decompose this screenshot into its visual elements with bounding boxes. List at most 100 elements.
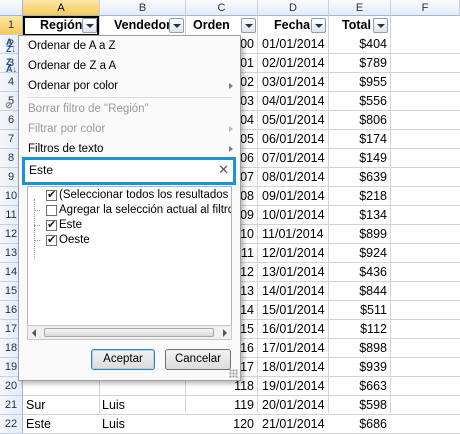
cell-total[interactable]: $639 [330, 168, 387, 187]
cell-total[interactable]: $924 [330, 244, 387, 263]
column-header-e[interactable]: E [329, 0, 391, 16]
filter-dropdown-button-order[interactable] [241, 18, 256, 33]
list-item-add-to-filter[interactable]: Agregar la selección actual al filtro [46, 203, 231, 218]
tree-line [34, 240, 40, 241]
cell-total[interactable]: $898 [330, 339, 387, 358]
gridline [257, 16, 258, 413]
cell-total[interactable]: $511 [330, 301, 387, 320]
column-header-a[interactable]: A [23, 0, 100, 16]
filter-dropdown-button-total[interactable] [373, 18, 388, 33]
row-header[interactable]: 1 [0, 16, 23, 35]
cell-total[interactable]: $149 [330, 149, 387, 168]
checkbox[interactable] [46, 218, 57, 233]
tree-line [34, 225, 40, 226]
header-cell-order[interactable]: Orden [193, 16, 230, 35]
scrollbar-thumb[interactable] [44, 328, 214, 337]
cell-total[interactable]: $218 [330, 187, 387, 206]
cell-total[interactable]: $844 [330, 282, 387, 301]
menu-item-text-filters[interactable]: Filtros de texto [19, 139, 240, 159]
filter-search-input[interactable]: Este ✕ [22, 157, 236, 185]
cell-total[interactable]: $899 [330, 225, 387, 244]
list-item-oeste[interactable]: Oeste [46, 233, 226, 248]
cell-order[interactable]: 120 [186, 415, 254, 434]
cell-total[interactable]: $806 [330, 111, 387, 130]
submenu-arrow-icon [229, 126, 233, 132]
header-cell-seller[interactable]: Vendedor [114, 16, 171, 35]
column-header-f[interactable]: F [391, 0, 460, 16]
column-header-d[interactable]: D [258, 0, 329, 16]
cell-date[interactable]: 02/01/2014 [262, 54, 325, 73]
accept-button[interactable]: Aceptar [91, 349, 155, 370]
filter-dropdown-button-seller[interactable] [169, 18, 184, 33]
cell-date[interactable]: 09/01/2014 [262, 187, 325, 206]
cell-date[interactable]: 06/01/2014 [262, 130, 325, 149]
cancel-button[interactable]: Cancelar [165, 349, 231, 370]
cell-date[interactable]: 04/01/2014 [262, 92, 325, 111]
filter-values-list[interactable]: (Seleccionar todos los resultados de bús… [27, 186, 232, 326]
cell-date[interactable]: 10/01/2014 [262, 206, 325, 225]
column-header-c[interactable]: C [186, 0, 258, 16]
cell-date[interactable]: 18/01/2014 [262, 358, 325, 377]
cell-total[interactable]: $436 [330, 263, 387, 282]
scroll-right-icon[interactable] [223, 329, 227, 337]
cell-date[interactable]: 17/01/2014 [262, 339, 325, 358]
select-all-corner[interactable] [0, 0, 23, 16]
autofilter-dropdown[interactable]: A Z↓ Ordenar de A a Z Z A↓ Ordenar de Z a … [5, 35, 241, 381]
cell-total[interactable]: $112 [330, 320, 387, 339]
cell-date[interactable]: 13/01/2014 [262, 263, 325, 282]
cell-date[interactable]: 16/01/2014 [262, 320, 325, 339]
cell-seller[interactable]: Luis [102, 396, 125, 415]
checkbox[interactable] [46, 188, 57, 203]
filter-dropdown-button-date[interactable] [311, 18, 326, 33]
menu-item-label: Ordenar por color [28, 80, 119, 92]
cell-total[interactable]: $939 [330, 358, 387, 377]
cell-region[interactable]: Sur [26, 396, 45, 415]
cell-region[interactable]: Este [26, 415, 51, 434]
row-header[interactable]: 22 [0, 415, 23, 434]
cell-total[interactable]: $134 [330, 206, 387, 225]
checkbox[interactable] [46, 205, 57, 216]
cell-total[interactable]: $663 [330, 377, 387, 396]
list-item-label: Oeste [59, 234, 90, 246]
cell-seller[interactable]: Luis [102, 415, 125, 434]
checkbox[interactable] [46, 233, 57, 248]
cell-date[interactable]: 14/01/2014 [262, 282, 325, 301]
cell-date[interactable]: 19/01/2014 [262, 377, 325, 396]
cell-total[interactable]: $789 [330, 54, 387, 73]
active-cell-highlight [23, 16, 99, 36]
cell-date[interactable]: 05/01/2014 [262, 111, 325, 130]
cell-date[interactable]: 12/01/2014 [262, 244, 325, 263]
column-header-b[interactable]: B [100, 0, 186, 16]
cell-total[interactable]: $686 [330, 415, 387, 434]
horizontal-scrollbar[interactable] [27, 325, 232, 340]
header-cell-total[interactable]: Total [342, 16, 371, 35]
list-item-select-all-results[interactable]: (Seleccionar todos los resultados de bús [46, 188, 231, 203]
cell-total[interactable]: $598 [330, 396, 387, 415]
menu-item-sort-az[interactable]: A Z↓ Ordenar de A a Z [6, 36, 240, 56]
header-cell-date[interactable]: Fecha [274, 16, 310, 35]
cell-total[interactable]: $174 [330, 130, 387, 149]
cell-total[interactable]: $955 [330, 73, 387, 92]
cell-date[interactable]: 01/01/2014 [262, 35, 325, 54]
cell-date[interactable]: 08/01/2014 [262, 168, 325, 187]
cell-date[interactable]: 11/01/2014 [262, 225, 324, 244]
cell-date[interactable]: 21/01/2014 [262, 415, 325, 434]
resize-grip-icon[interactable] [229, 369, 238, 378]
cell-order[interactable]: 119 [186, 396, 254, 415]
list-item-label: (Seleccionar todos los resultados de bús [59, 189, 231, 201]
cell-date[interactable]: 07/01/2014 [262, 149, 325, 168]
cell-date[interactable]: 03/01/2014 [262, 73, 325, 92]
row-header[interactable]: 21 [0, 396, 23, 415]
list-item-este[interactable]: Este [46, 218, 226, 233]
menu-item-label: Filtros de texto [28, 143, 104, 155]
cell-total[interactable]: $404 [330, 35, 387, 54]
scroll-left-icon[interactable] [32, 329, 36, 337]
menu-item-sort-za[interactable]: Z A↓ Ordenar de Z a A [6, 56, 240, 76]
cell-date[interactable]: 20/01/2014 [262, 396, 325, 415]
clear-search-icon[interactable]: ✕ [218, 162, 229, 178]
cell-date[interactable]: 15/01/2014 [262, 301, 325, 320]
menu-item-label: Borrar filtro de "Región" [28, 103, 149, 115]
gridline [328, 16, 329, 413]
menu-item-sort-by-color[interactable]: Ordenar por color [19, 76, 240, 96]
cell-total[interactable]: $556 [330, 92, 387, 111]
